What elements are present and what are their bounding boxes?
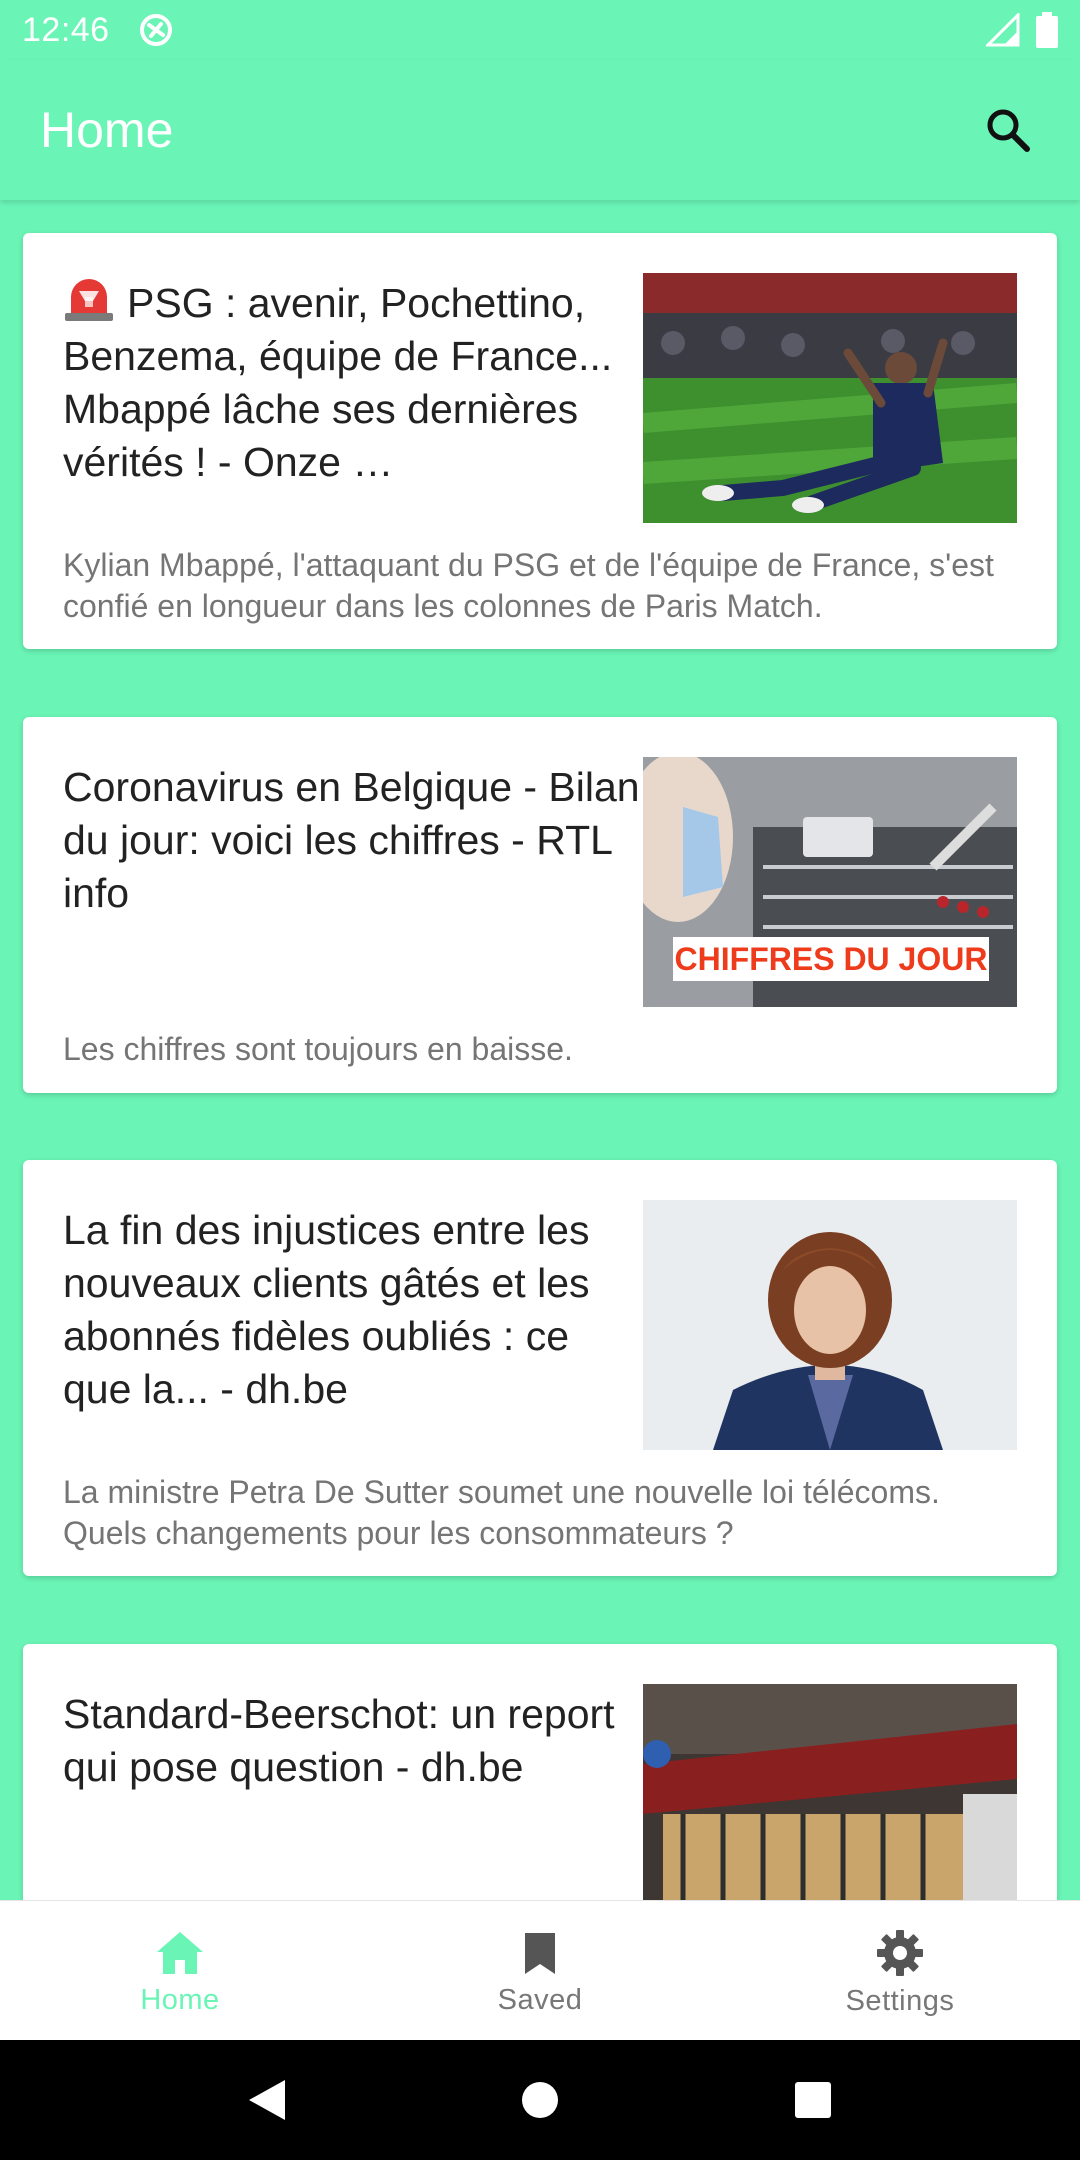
- article-thumbnail: CHIFFRES DU JOUR: [643, 757, 1017, 1007]
- nav-item-home[interactable]: Home: [0, 1901, 360, 2040]
- nav-item-saved[interactable]: Saved: [360, 1901, 720, 2040]
- sync-icon: [139, 14, 172, 46]
- battery-icon: [1036, 12, 1058, 48]
- article-description: La ministre Petra De Sutter soumet une n…: [63, 1474, 940, 1551]
- page-title: Home: [40, 102, 174, 158]
- siren-icon: [65, 279, 113, 321]
- article-card[interactable]: La fin des injustices entre les nouveaux…: [23, 1160, 1057, 1576]
- search-icon: [987, 109, 1030, 152]
- status-bar: 12:46: [0, 0, 1080, 60]
- article-title-text: PSG : avenir, Pochettino, Benzema, équip…: [63, 280, 613, 485]
- article-description: Les chiffres sont toujours en baisse.: [63, 1031, 573, 1067]
- app-bar: Home: [0, 60, 1080, 200]
- thumb-caption: CHIFFRES DU JOUR: [675, 941, 988, 977]
- square-recents-icon: [795, 2082, 832, 2118]
- circle-home-icon: [521, 2082, 558, 2118]
- status-icons: [986, 12, 1058, 48]
- nav-label-home: Home: [140, 1984, 220, 2016]
- home-system-button[interactable]: [510, 2070, 570, 2130]
- article-thumbnail: [643, 1684, 1017, 1900]
- system-navigation-bar: [0, 2040, 1080, 2160]
- recents-button[interactable]: [783, 2070, 843, 2130]
- back-button[interactable]: [237, 2070, 297, 2130]
- article-title: PSG : avenir, Pochettino, Benzema, équip…: [63, 277, 643, 489]
- article-card[interactable]: PSG : avenir, Pochettino, Benzema, équip…: [23, 233, 1057, 649]
- article-title: Standard-Beerschot: un report qui pose q…: [63, 1691, 615, 1790]
- bookmark-icon: [525, 1933, 555, 1974]
- article-description: Kylian Mbappé, l'attaquant du PSG et de …: [63, 547, 994, 624]
- back-icon: [248, 2080, 285, 2120]
- nav-item-settings[interactable]: Settings: [720, 1901, 1080, 2040]
- gear-icon: [877, 1930, 923, 1976]
- nav-label-saved: Saved: [497, 1984, 583, 2016]
- status-time: 12:46: [22, 10, 110, 49]
- bottom-navigation: Home Saved Settings: [0, 1900, 1080, 2040]
- news-feed[interactable]: PSG : avenir, Pochettino, Benzema, équip…: [0, 200, 1080, 1900]
- article-thumbnail: [643, 1200, 1017, 1450]
- signal-icon: [986, 13, 1020, 47]
- nav-label-settings: Settings: [845, 1985, 955, 2017]
- article-card[interactable]: Standard-Beerschot: un report qui pose q…: [23, 1644, 1057, 1900]
- article-title: Coronavirus en Belgique - Bilan du jour:…: [63, 764, 640, 916]
- article-card[interactable]: Coronavirus en Belgique - Bilan du jour:…: [23, 717, 1057, 1093]
- search-button[interactable]: [976, 98, 1040, 162]
- article-thumbnail: [643, 273, 1017, 523]
- article-title: La fin des injustices entre les nouveaux…: [63, 1207, 590, 1412]
- home-icon: [157, 1932, 203, 1974]
